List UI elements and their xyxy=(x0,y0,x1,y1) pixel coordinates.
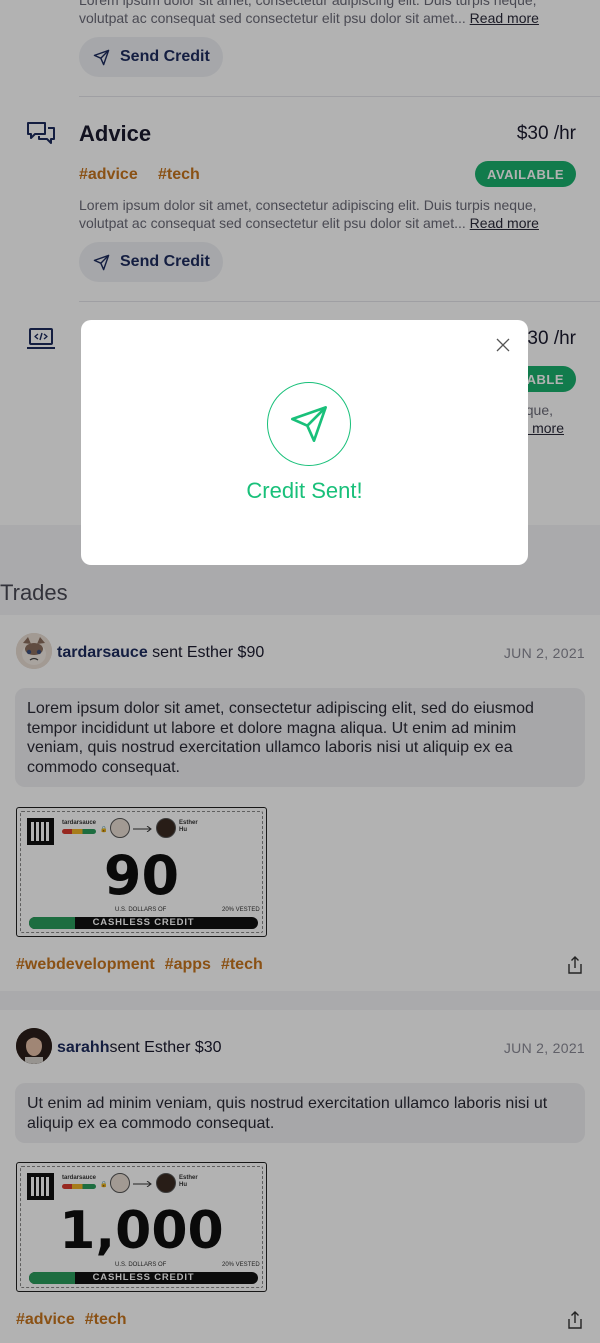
close-icon[interactable] xyxy=(496,338,510,352)
modal-title: Credit Sent! xyxy=(246,478,363,503)
credit-sent-modal: Credit Sent! xyxy=(81,320,528,565)
paper-plane-icon xyxy=(291,406,327,442)
modal-backdrop[interactable] xyxy=(0,0,600,1343)
page: Lorem ipsum dolor sit amet, consectetur … xyxy=(0,0,600,1343)
success-icon-circle xyxy=(267,382,351,466)
